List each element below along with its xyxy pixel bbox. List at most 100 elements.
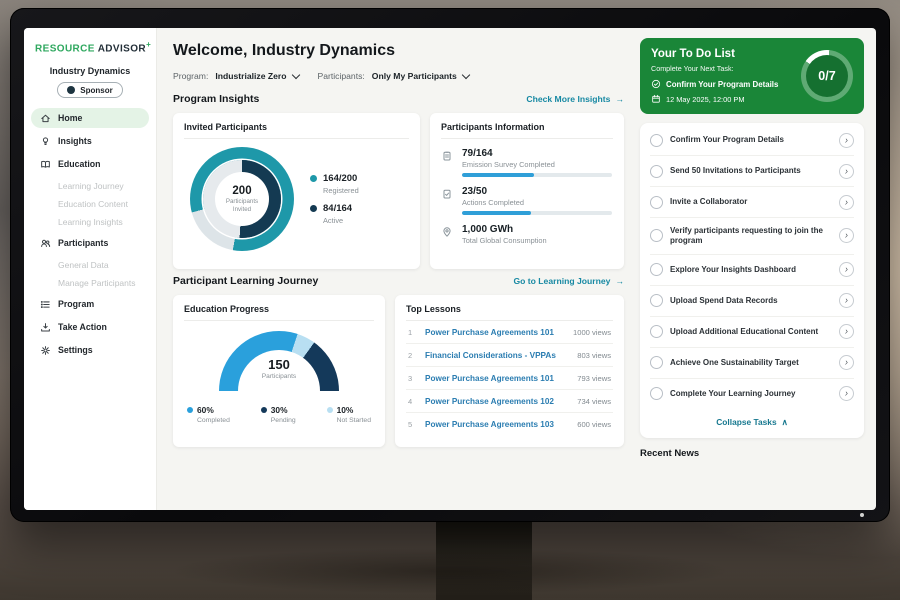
gauge-center-label: Participants: [219, 373, 339, 380]
task-checkbox[interactable]: [650, 165, 663, 178]
sponsor-badge[interactable]: Sponsor: [57, 82, 122, 98]
program-filter-label: Program:: [173, 71, 208, 81]
task-row-invite-collaborator[interactable]: Invite a Collaborator ›: [650, 187, 854, 218]
sidebar-item-take-action[interactable]: Take Action: [31, 317, 149, 337]
task-row-upload-spend-data[interactable]: Upload Spend Data Records ›: [650, 286, 854, 317]
program-dropdown[interactable]: Industrialize Zero: [215, 71, 298, 81]
sidebar-item-education-content[interactable]: Education Content: [31, 195, 149, 212]
task-chevron-icon[interactable]: ›: [839, 324, 854, 339]
task-chevron-icon[interactable]: ›: [839, 355, 854, 370]
legend-item-active: 84/164 Active: [310, 203, 359, 225]
sidebar-item-label: Education: [58, 159, 101, 169]
lesson-link[interactable]: Power Purchase Agreements 101: [425, 374, 568, 383]
chevron-up-icon: ∧: [782, 417, 788, 427]
actions-progressbar: [462, 211, 612, 215]
sidebar-item-insights[interactable]: Insights: [31, 131, 149, 151]
legend-value: 84/164: [323, 203, 352, 214]
legend-label: Active: [323, 216, 359, 225]
task-chevron-icon[interactable]: ›: [839, 164, 854, 179]
monitor-stand: [436, 516, 532, 600]
stat-actions-completed: 23/50 Actions Completed: [441, 186, 613, 215]
task-row-explore-insights[interactable]: Explore Your Insights Dashboard ›: [650, 255, 854, 286]
task-checkbox[interactable]: [650, 134, 663, 147]
gauge-center-value: 150: [219, 357, 339, 372]
task-checkbox[interactable]: [650, 229, 663, 242]
sidebar-item-label: Program: [58, 299, 94, 309]
lesson-link[interactable]: Financial Considerations - VPPAs: [425, 351, 568, 360]
task-label: Send 50 Invitations to Participants: [670, 166, 832, 176]
location-pin-icon: [441, 226, 453, 238]
sidebar-item-label: General Data: [58, 260, 109, 270]
lesson-link[interactable]: Power Purchase Agreements 103: [425, 420, 568, 429]
task-row-upload-educational-content[interactable]: Upload Additional Educational Content ›: [650, 317, 854, 348]
photo-background: RESOURCE ADVISOR+ Industry Dynamics Spon…: [0, 0, 900, 600]
sidebar-item-learning-journey[interactable]: Learning Journey: [31, 177, 149, 194]
task-chevron-icon[interactable]: ›: [839, 386, 854, 401]
lesson-row: 2 Financial Considerations - VPPAs 803 v…: [406, 344, 613, 367]
sponsor-badge-label: Sponsor: [80, 86, 112, 95]
sidebar-item-program[interactable]: Program: [31, 294, 149, 314]
check-circle-icon: [651, 79, 661, 89]
gauge-legend-dot-0: [187, 407, 193, 413]
sidebar-item-participants[interactable]: Participants: [31, 233, 149, 253]
go-to-learning-journey-link[interactable]: Go to Learning Journey →: [513, 276, 624, 286]
sidebar-item-learning-insights[interactable]: Learning Insights: [31, 213, 149, 230]
arrow-right-icon: →: [615, 94, 624, 104]
lesson-row: 3 Power Purchase Agreements 101 793 view…: [406, 367, 613, 390]
task-checkbox[interactable]: [650, 196, 663, 209]
sidebar-item-label: Education Content: [58, 199, 128, 209]
task-row-confirm-program[interactable]: Confirm Your Program Details ›: [650, 125, 854, 156]
task-chevron-icon[interactable]: ›: [839, 133, 854, 148]
logo-text-resource: RESOURCE: [35, 43, 95, 54]
lesson-link[interactable]: Power Purchase Agreements 101: [425, 328, 564, 337]
lesson-views: 803 views: [577, 351, 611, 360]
todo-next-task[interactable]: Confirm Your Program Details: [651, 79, 783, 89]
participants-dropdown[interactable]: Only My Participants: [372, 71, 469, 81]
todo-summary-card: Your To Do List Complete Your Next Task:…: [640, 38, 864, 114]
check-more-insights-link[interactable]: Check More Insights →: [526, 94, 624, 104]
task-row-send-invitations[interactable]: Send 50 Invitations to Participants ›: [650, 156, 854, 187]
legend-item-completed: 60% Completed: [187, 405, 230, 424]
sidebar-item-settings[interactable]: Settings: [31, 340, 149, 360]
task-chevron-icon[interactable]: ›: [839, 195, 854, 210]
task-checkbox[interactable]: [650, 325, 663, 338]
task-row-complete-learning-journey[interactable]: Complete Your Learning Journey ›: [650, 379, 854, 409]
calendar-icon: [651, 94, 661, 104]
lesson-views: 793 views: [577, 374, 611, 383]
legend-label: Not Started: [337, 417, 371, 424]
task-chevron-icon[interactable]: ›: [839, 262, 854, 277]
task-checkbox[interactable]: [650, 263, 663, 276]
collapse-tasks-button[interactable]: Collapse Tasks ∧: [650, 409, 854, 436]
task-label: Complete Your Learning Journey: [670, 389, 832, 399]
invited-legend-dot-1: [310, 205, 317, 212]
todo-panel: Your To Do List Complete Your Next Task:…: [636, 28, 876, 510]
sidebar-item-education[interactable]: Education: [31, 154, 149, 174]
task-chevron-icon[interactable]: ›: [839, 228, 854, 243]
lesson-link[interactable]: Power Purchase Agreements 102: [425, 397, 568, 406]
task-checkbox[interactable]: [650, 356, 663, 369]
sidebar-item-label: Settings: [58, 345, 93, 355]
legend-item-pending: 30% Pending: [261, 405, 296, 424]
task-checkbox[interactable]: [650, 294, 663, 307]
task-label: Upload Additional Educational Content: [670, 327, 832, 337]
task-label: Explore Your Insights Dashboard: [670, 265, 832, 275]
task-chevron-icon[interactable]: ›: [839, 293, 854, 308]
stat-label: Actions Completed: [462, 198, 612, 207]
sidebar-item-general-data[interactable]: General Data: [31, 256, 149, 273]
education-progress-card: Education Progress 150 Participants 60: [173, 295, 385, 447]
stat-value: 1,000 GWh: [462, 224, 547, 235]
sidebar-item-home[interactable]: Home: [31, 108, 149, 128]
sidebar-item-manage-participants[interactable]: Manage Participants: [31, 274, 149, 291]
task-row-verify-participants[interactable]: Verify participants requesting to join t…: [650, 218, 854, 255]
stat-label: Total Global Consumption: [462, 236, 547, 245]
gear-icon: [40, 345, 51, 356]
section-title-learning-journey: Participant Learning Journey: [173, 275, 318, 287]
home-icon: [40, 113, 51, 124]
task-row-achieve-target[interactable]: Achieve One Sustainability Target ›: [650, 348, 854, 379]
legend-value: 60%: [197, 405, 214, 415]
lesson-rank: 4: [408, 397, 416, 406]
task-checkbox[interactable]: [650, 387, 663, 400]
task-label: Invite a Collaborator: [670, 197, 832, 207]
legend-label: Pending: [271, 417, 296, 424]
sidebar-item-label: Learning Journey: [58, 181, 124, 191]
